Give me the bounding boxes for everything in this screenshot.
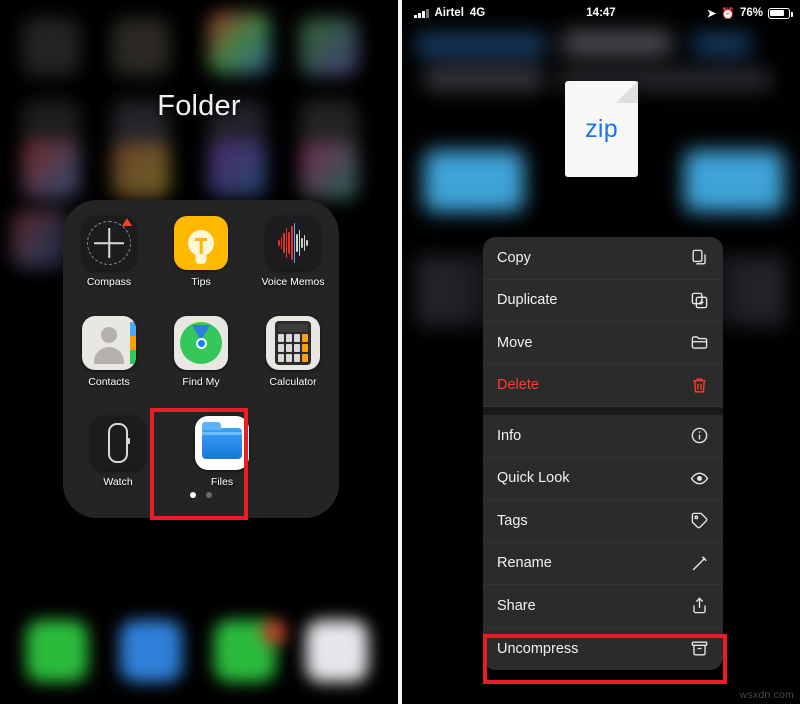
dock-phone-icon[interactable] xyxy=(26,620,88,682)
highlight-box-uncompress xyxy=(483,634,727,684)
find-my-icon xyxy=(174,316,228,370)
dock-safari-icon[interactable] xyxy=(120,620,182,682)
dock-photos-icon[interactable] xyxy=(306,620,368,682)
menu-item-tags[interactable]: Tags xyxy=(483,500,723,543)
pencil-icon xyxy=(689,553,709,573)
trash-icon xyxy=(689,375,709,395)
voice-memos-icon xyxy=(266,216,320,270)
context-menu[interactable]: Copy Duplicate Move Delete Info Quick Lo… xyxy=(483,237,723,670)
app-row-1: Compass Tips Voice Memos xyxy=(63,216,339,288)
app-label: Find My xyxy=(182,376,220,388)
copy-icon xyxy=(689,248,709,268)
right-panel-files-app: Airtel 4G 14:47 ➤ ⏰ 76% zip Copy Duplica… xyxy=(402,0,800,704)
zip-type-label: zip xyxy=(585,114,618,143)
menu-item-duplicate[interactable]: Duplicate xyxy=(483,279,723,322)
app-label: Compass xyxy=(86,276,132,288)
menu-item-label: Tags xyxy=(497,512,528,529)
app-row-2: Contacts Find My Calculator xyxy=(63,316,339,388)
menu-item-share[interactable]: Share xyxy=(483,585,723,628)
share-icon xyxy=(689,596,709,616)
dock-messages-badge xyxy=(262,620,286,644)
eye-icon xyxy=(689,468,709,488)
app-voice-memos[interactable]: Voice Memos xyxy=(252,216,334,288)
calculator-icon xyxy=(266,316,320,370)
alarm-icon: ⏰ xyxy=(721,7,735,20)
menu-item-label: Copy xyxy=(497,249,531,266)
menu-item-label: Duplicate xyxy=(497,292,558,309)
duplicate-icon xyxy=(689,290,709,310)
app-label: Calculator xyxy=(269,376,317,388)
menu-group-separator xyxy=(483,407,723,415)
app-label: Voice Memos xyxy=(261,276,325,288)
tips-icon xyxy=(174,216,228,270)
contacts-icon xyxy=(82,316,136,370)
menu-item-delete[interactable]: Delete xyxy=(483,364,723,407)
dock xyxy=(0,608,398,704)
battery-percent-label: 76% xyxy=(739,7,763,19)
menu-item-label: Share xyxy=(497,597,536,614)
menu-item-rename[interactable]: Rename xyxy=(483,542,723,585)
location-icon: ➤ xyxy=(707,7,717,20)
menu-item-label: Quick Look xyxy=(497,470,570,487)
menu-item-info[interactable]: Info xyxy=(483,415,723,458)
info-circle-icon xyxy=(689,426,709,446)
app-label: Tips xyxy=(191,276,211,288)
menu-item-label: Rename xyxy=(497,555,552,572)
menu-item-move[interactable]: Move xyxy=(483,322,723,365)
menu-item-label: Move xyxy=(497,334,533,351)
app-contacts[interactable]: Contacts xyxy=(68,316,150,388)
compass-icon xyxy=(82,216,136,270)
app-compass[interactable]: Compass xyxy=(68,216,150,288)
watermark: wsxdn.com xyxy=(739,689,794,701)
folder-icon xyxy=(689,333,709,353)
menu-item-quick-look[interactable]: Quick Look xyxy=(483,457,723,500)
battery-icon xyxy=(768,7,793,19)
tag-icon xyxy=(689,511,709,531)
menu-item-label: Info xyxy=(497,427,522,444)
app-find-my[interactable]: Find My xyxy=(160,316,242,388)
watch-icon xyxy=(91,416,145,470)
status-bar-right: ➤ ⏰ 76% xyxy=(707,7,793,20)
app-calculator[interactable]: Calculator xyxy=(252,316,334,388)
app-tips[interactable]: Tips xyxy=(160,216,242,288)
app-watch[interactable]: Watch xyxy=(77,416,159,488)
zip-document-icon: zip xyxy=(565,81,638,177)
app-label: Watch xyxy=(103,476,133,488)
folder-title: Folder xyxy=(157,90,241,122)
menu-item-copy[interactable]: Copy xyxy=(483,237,723,280)
app-label: Contacts xyxy=(88,376,130,388)
highlight-box-files xyxy=(150,408,248,520)
left-panel-home-screen: Folder Compass Tips Voice Memos Contacts… xyxy=(0,0,398,704)
screenshot-root: Folder Compass Tips Voice Memos Contacts… xyxy=(0,0,800,704)
status-bar: Airtel 4G 14:47 ➤ ⏰ 76% xyxy=(402,0,800,26)
menu-item-label: Delete xyxy=(497,377,539,394)
